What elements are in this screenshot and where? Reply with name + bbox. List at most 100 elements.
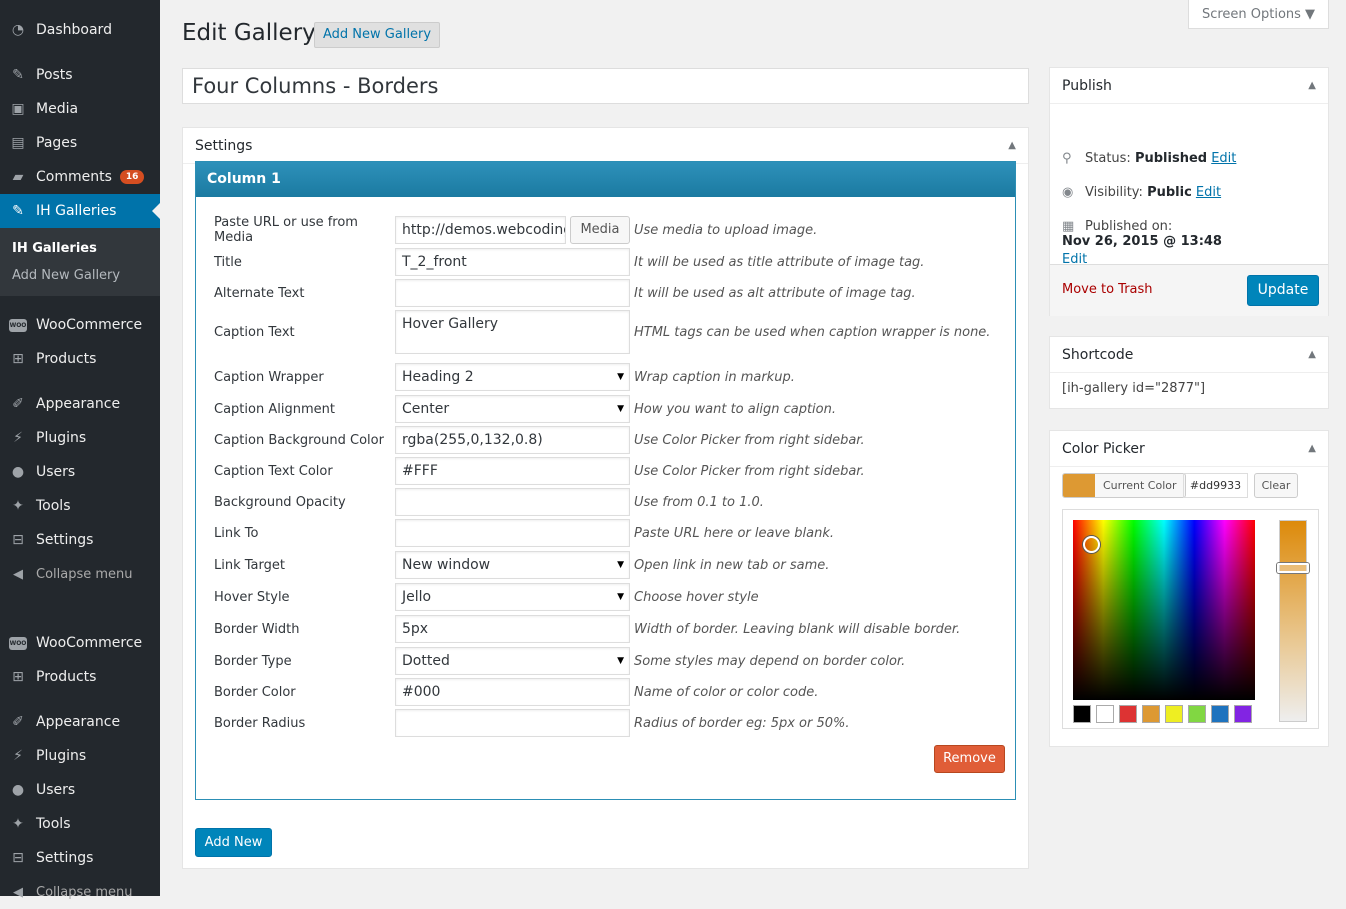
caption-bg-color-input[interactable]: rgba(255,0,132,0.8) bbox=[395, 426, 630, 454]
menu-woocommerce-2[interactable]: WOO WooCommerce bbox=[0, 626, 160, 660]
menu-users-2[interactable]: ● Users bbox=[0, 773, 160, 807]
publish-actions: Move to Trash Update bbox=[1050, 264, 1328, 316]
swatch-orange[interactable] bbox=[1142, 705, 1160, 723]
current-color-button[interactable]: Current Color bbox=[1062, 473, 1186, 498]
menu-users[interactable]: ● Users bbox=[0, 455, 160, 489]
wrench-icon: ✦ bbox=[12, 816, 24, 832]
bg-opacity-input[interactable] bbox=[395, 488, 630, 516]
move-to-trash-link[interactable]: Move to Trash bbox=[1062, 282, 1153, 297]
remove-column-button[interactable]: Remove bbox=[934, 745, 1005, 773]
caption-wrapper-select[interactable]: Heading 2 bbox=[395, 363, 630, 391]
color-picker-box: Color Picker ▲ Current Color #dd9933 Clea… bbox=[1049, 430, 1329, 747]
hover-style-select[interactable]: Jello bbox=[395, 583, 630, 611]
settings-header[interactable]: Settings ▲ bbox=[183, 128, 1028, 164]
field-row-caption-text: Caption Text Hover Gallery HTML tags can… bbox=[214, 310, 1014, 354]
post-title-input[interactable]: Four Columns - Borders bbox=[182, 68, 1029, 104]
pages-icon: ▤ bbox=[11, 135, 25, 151]
column-header[interactable]: Column 1 bbox=[196, 162, 1015, 197]
toggle-arrow-icon[interactable]: ▲ bbox=[1308, 431, 1316, 467]
woo-icon: WOO bbox=[9, 318, 27, 332]
menu-plugins[interactable]: ⚡ Plugins bbox=[0, 421, 160, 455]
menu-ih-galleries[interactable]: ✎ IH Galleries bbox=[0, 194, 160, 228]
border-color-input[interactable]: #000 bbox=[395, 678, 630, 706]
menu-products-2[interactable]: ⊞ Products bbox=[0, 660, 160, 694]
submenu-add-new-gallery[interactable]: Add New Gallery bbox=[0, 262, 160, 289]
shortcode-header[interactable]: Shortcode ▲ bbox=[1050, 337, 1328, 373]
menu-products[interactable]: ⊞ Products bbox=[0, 342, 160, 376]
add-new-column-button[interactable]: Add New bbox=[195, 828, 272, 857]
add-new-gallery-button[interactable]: Add New Gallery bbox=[314, 22, 441, 48]
field-row-link-to: Link To Paste URL here or leave blank. bbox=[214, 519, 1014, 547]
menu-dashboard[interactable]: ◔ Dashboard bbox=[0, 13, 160, 47]
hex-color-input[interactable]: #dd9933 bbox=[1183, 473, 1248, 498]
menu-media[interactable]: ▣ Media bbox=[0, 92, 160, 126]
pin-icon: ⚲ bbox=[1062, 151, 1072, 166]
field-row-bg-opacity: Background Opacity Use from 0.1 to 1.0. bbox=[214, 488, 1014, 516]
collapse-menu-2[interactable]: ◀ Collapse menu bbox=[0, 875, 160, 909]
settings-icon: ⊟ bbox=[12, 850, 24, 866]
swatch-yellow[interactable] bbox=[1165, 705, 1183, 723]
field-row-border-radius: Border Radius Radius of border eg: 5px o… bbox=[214, 709, 1014, 737]
media-icon: ▣ bbox=[11, 101, 25, 117]
menu-settings[interactable]: ⊟ Settings bbox=[0, 523, 160, 557]
toggle-arrow-icon[interactable]: ▲ bbox=[1008, 128, 1016, 164]
swatch-blue[interactable] bbox=[1211, 705, 1229, 723]
url-input[interactable]: http://demos.webcoding bbox=[395, 216, 566, 244]
menu-appearance[interactable]: ✐ Appearance bbox=[0, 387, 160, 421]
border-radius-input[interactable] bbox=[395, 709, 630, 737]
media-button[interactable]: Media bbox=[570, 216, 630, 244]
toggle-arrow-icon[interactable]: ▲ bbox=[1308, 68, 1316, 104]
menu-pages[interactable]: ▤ Pages bbox=[0, 126, 160, 160]
menu-tools-2[interactable]: ✦ Tools bbox=[0, 807, 160, 841]
border-width-input[interactable]: 5px bbox=[395, 615, 630, 643]
page-title: Edit Gallery bbox=[182, 20, 316, 46]
caption-text-textarea[interactable]: Hover Gallery bbox=[395, 310, 630, 354]
cart-icon: ⊞ bbox=[12, 351, 24, 367]
swatch-black[interactable] bbox=[1073, 705, 1091, 723]
menu-woocommerce[interactable]: WOO WooCommerce bbox=[0, 308, 160, 342]
swatch-white[interactable] bbox=[1096, 705, 1114, 723]
swatch-red[interactable] bbox=[1119, 705, 1137, 723]
collapse-menu[interactable]: ◀ Collapse menu bbox=[0, 557, 160, 591]
screen-options-button[interactable]: Screen Options ▼ bbox=[1188, 0, 1329, 29]
edit-status-link[interactable]: Edit bbox=[1211, 151, 1236, 166]
menu-appearance-2[interactable]: ✐ Appearance bbox=[0, 705, 160, 739]
link-to-input[interactable] bbox=[395, 519, 630, 547]
link-target-select[interactable]: New window bbox=[395, 551, 630, 579]
alt-text-input[interactable] bbox=[395, 279, 630, 307]
color-spectrum[interactable] bbox=[1073, 520, 1255, 700]
caption-alignment-select[interactable]: Center bbox=[395, 395, 630, 423]
clear-color-button[interactable]: Clear bbox=[1254, 473, 1298, 498]
hue-slider[interactable] bbox=[1277, 520, 1309, 722]
border-type-select[interactable]: Dotted bbox=[395, 647, 630, 675]
shortcode-box: Shortcode ▲ [ih-gallery id="2877"] bbox=[1049, 336, 1329, 409]
publish-header[interactable]: Publish ▲ bbox=[1050, 68, 1328, 104]
caption-text-color-input[interactable]: #FFF bbox=[395, 457, 630, 485]
edit-visibility-link[interactable]: Edit bbox=[1196, 185, 1221, 200]
color-handle[interactable] bbox=[1083, 536, 1100, 553]
submenu-ih-galleries[interactable]: IH Galleries bbox=[0, 235, 160, 262]
menu-posts[interactable]: ✎ Posts bbox=[0, 58, 160, 92]
field-row-link-target: Link Target New window Open link in new … bbox=[214, 551, 1014, 579]
status-row: ⚲ Status: Published Edit bbox=[1062, 151, 1237, 166]
field-row-border-width: Border Width 5px Width of border. Leavin… bbox=[214, 615, 1014, 643]
menu-plugins-2[interactable]: ⚡ Plugins bbox=[0, 739, 160, 773]
swatch-green[interactable] bbox=[1188, 705, 1206, 723]
field-row-caption-bg: Caption Background Color rgba(255,0,132,… bbox=[214, 426, 1014, 454]
brush-icon: ✐ bbox=[12, 396, 24, 412]
menu-tools[interactable]: ✦ Tools bbox=[0, 489, 160, 523]
shortcode-value: [ih-gallery id="2877"] bbox=[1062, 381, 1206, 396]
swatch-purple[interactable] bbox=[1234, 705, 1252, 723]
cart-icon: ⊞ bbox=[12, 669, 24, 685]
hue-slider-handle[interactable] bbox=[1277, 563, 1309, 573]
field-row-caption-wrapper: Caption Wrapper Heading 2 Wrap caption i… bbox=[214, 363, 1014, 391]
color-picker-header[interactable]: Color Picker ▲ bbox=[1050, 431, 1328, 467]
update-button[interactable]: Update bbox=[1247, 275, 1319, 306]
title-input[interactable]: T_2_front bbox=[395, 248, 630, 276]
user-icon: ● bbox=[11, 782, 25, 798]
toggle-arrow-icon[interactable]: ▲ bbox=[1308, 337, 1316, 373]
publish-box: Publish ▲ ⚲ Status: Published Edit ◉ Visi… bbox=[1049, 67, 1329, 316]
menu-comments[interactable]: ▰ Comments 16 bbox=[0, 160, 160, 194]
collapse-icon: ◀ bbox=[13, 566, 23, 582]
menu-settings-2[interactable]: ⊟ Settings bbox=[0, 841, 160, 875]
